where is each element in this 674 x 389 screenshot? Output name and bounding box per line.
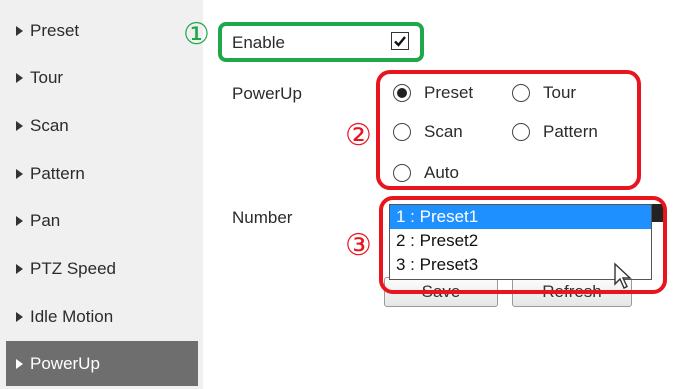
sidebar-item-label: Scan — [30, 115, 69, 135]
callout-3: ③ — [345, 228, 372, 263]
number-label: Number — [232, 208, 293, 227]
sidebar-item-tour[interactable]: Tour — [6, 55, 198, 100]
triangle-right-icon — [16, 358, 23, 369]
powerup-label: PowerUp — [232, 84, 302, 103]
triangle-right-icon — [16, 215, 23, 226]
callout-2: ② — [345, 118, 372, 153]
sidebar-item-label: Idle Motion — [30, 306, 114, 326]
powerup-options-highlight-box — [376, 70, 641, 190]
sidebar-item-scan[interactable]: Scan — [6, 103, 198, 148]
callout-1: ① — [183, 17, 210, 52]
sidebar: Preset Tour Scan Pattern Pan PTZ Speed I… — [0, 0, 203, 389]
triangle-right-icon — [16, 263, 23, 274]
sidebar-item-ptz-speed[interactable]: PTZ Speed — [6, 246, 198, 291]
sidebar-item-label: Pan — [30, 210, 61, 230]
sidebar-item-label: PTZ Speed — [30, 258, 116, 278]
number-dropdown-highlight-box — [379, 196, 667, 294]
sidebar-item-label: Tour — [30, 67, 64, 87]
sidebar-item-pattern[interactable]: Pattern — [6, 151, 198, 196]
enable-highlight-box — [218, 22, 424, 62]
triangle-right-icon — [16, 25, 23, 36]
sidebar-item-pan[interactable]: Pan — [6, 198, 198, 243]
sidebar-item-label: PowerUp — [30, 353, 100, 373]
sidebar-item-powerup[interactable]: PowerUp — [6, 341, 198, 386]
triangle-right-icon — [16, 120, 23, 131]
triangle-right-icon — [16, 72, 23, 83]
triangle-right-icon — [16, 168, 23, 179]
sidebar-item-idle-motion[interactable]: Idle Motion — [6, 294, 198, 339]
triangle-right-icon — [16, 311, 23, 322]
sidebar-item-label: Preset — [30, 20, 80, 40]
sidebar-item-preset[interactable]: Preset — [6, 8, 198, 53]
sidebar-item-label: Pattern — [30, 163, 85, 183]
